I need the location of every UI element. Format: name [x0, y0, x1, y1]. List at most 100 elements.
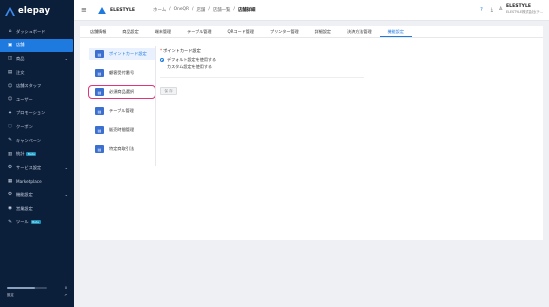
sidebar-item-13[interactable]: ◉ 営業設定: [0, 202, 74, 216]
breadcrumb-item[interactable]: 店舗一覧: [213, 7, 231, 13]
help-icon[interactable]: ?: [480, 7, 483, 13]
tab-1[interactable]: 商品設定: [114, 26, 146, 37]
feature-menu-item[interactable]: ▤ 販売時間管理: [89, 124, 155, 136]
point-card-form: *ポイントカード設定 デフォルト設定を使用する カスタム設定を使用する: [160, 48, 216, 70]
point-card-setting-label: *ポイントカード設定: [160, 48, 216, 54]
feature-settings-icon: ⚙: [7, 192, 13, 198]
sidebar-item-label: 店舗: [16, 42, 25, 48]
usage-bar-fill: [7, 287, 35, 289]
breadcrumb-item[interactable]: 店舗: [197, 7, 206, 13]
sidebar-item-label: サービス設定: [16, 164, 42, 170]
sidebar-item-label: ツール: [16, 219, 29, 225]
sidebar-item-12[interactable]: ⚙ 機能設定 ⌄: [0, 188, 74, 202]
sidebar-item-0[interactable]: ⌂ ダッシュボード: [0, 25, 74, 39]
tab-7[interactable]: 決済方法管理: [339, 26, 380, 37]
sidebar-item-label: キャンペーン: [16, 137, 41, 143]
feature-menu-item[interactable]: ▤ ポイントカード設定: [89, 48, 156, 60]
sidebar-item-10[interactable]: ⚙ サービス設定 ⌄: [0, 161, 74, 175]
sidebar-item-2[interactable]: ◫ 商品 ⌄: [0, 52, 74, 66]
store-name[interactable]: ELESTYLE: [110, 8, 135, 13]
sidebar-item-14[interactable]: ✎ ツール Beta: [0, 215, 74, 229]
form-divider: [160, 77, 364, 78]
breadcrumb-separator: /: [233, 7, 235, 12]
sidebar-item-3[interactable]: ▤ 注文: [0, 66, 74, 80]
tab-6[interactable]: 詳細設定: [307, 26, 339, 37]
sidebar-item-label: ユーザー: [16, 96, 33, 102]
download-icon[interactable]: ⤓: [491, 7, 493, 13]
user-icon: ♙: [498, 6, 504, 12]
usage-value: 0: [64, 286, 67, 290]
external-link-icon[interactable]: ↗: [64, 293, 67, 297]
feature-menu-label: テーブル管理: [109, 108, 134, 113]
sidebar-item-label: 商品: [16, 55, 25, 61]
feature-icon: ▤: [95, 69, 104, 77]
store-icon: ▣: [7, 42, 13, 48]
feature-icon: ▤: [95, 50, 104, 58]
feature-menu-label: 特定商取引法: [109, 146, 135, 151]
chevron-down-icon: ⌄: [64, 192, 68, 198]
coupon-icon: ◌: [8, 124, 12, 130]
breadcrumb-item: 店舗詳細: [237, 8, 256, 13]
radio-selected-icon[interactable]: [160, 58, 164, 62]
breadcrumb-separator: /: [169, 7, 171, 12]
breadcrumb-item[interactable]: ホーム: [153, 7, 166, 13]
sidebar-item-11[interactable]: ▦ Marketplace: [0, 175, 74, 189]
sidebar-item-label: ダッシュボード: [16, 28, 46, 34]
breadcrumb-item[interactable]: OneQR: [174, 7, 189, 13]
tab-3[interactable]: テーブル管理: [179, 26, 219, 37]
promotion-icon: ✦: [8, 110, 12, 116]
default-setting-option[interactable]: デフォルト設定を使用する: [160, 57, 216, 63]
usage-label[interactable]: 設定: [7, 292, 14, 297]
feature-menu-label: 販売時間管理: [109, 127, 135, 132]
sidebar-item-9[interactable]: ▥ 統計 Beta: [0, 147, 74, 161]
beta-badge: Beta: [26, 152, 37, 157]
sidebar: elepay ⌂ ダッシュボード ▣ 店舗 ◫ 商品 ⌄ ▤ 注文 ☺ 店舗スタッフ ☺ ユーザー ✦ プロ…: [0, 0, 74, 307]
brand-logo[interactable]: elepay: [0, 0, 74, 22]
sidebar-item-label: クーポン: [16, 123, 33, 129]
feature-menu-item[interactable]: ▤ テーブル管理: [89, 105, 155, 117]
tab-5[interactable]: プリンター管理: [262, 26, 307, 37]
business-settings-icon: ◉: [8, 206, 12, 212]
feature-menu-item[interactable]: ▤ 必須商品選択: [88, 85, 156, 99]
tab-2[interactable]: 端末管理: [147, 26, 179, 37]
sidebar-item-4[interactable]: ☺ 店舗スタッフ: [0, 79, 74, 93]
sidebar-item-label: 統計: [16, 151, 25, 157]
feature-icon: ▤: [95, 145, 104, 153]
feature-menu-label: 顧客受付番号: [109, 70, 135, 75]
chevron-down-icon: ⌄: [64, 165, 68, 171]
custom-setting-option[interactable]: カスタム設定を使用する: [167, 64, 216, 70]
menu-divider: [155, 46, 156, 166]
tab-8[interactable]: 機能設定: [379, 26, 412, 37]
sidebar-footer: 0 設定 ↗: [7, 286, 67, 297]
breadcrumb-separator: /: [192, 7, 194, 12]
sidebar-item-6[interactable]: ✦ プロモーション: [0, 107, 74, 121]
sidebar-item-8[interactable]: ✎ キャンペーン: [0, 134, 74, 148]
service-settings-icon: ⚙: [7, 165, 13, 171]
top-header: ≡ ELESTYLE ホーム / OneQR / 店舗 / 店舗一覧 / 店舗詳細 ? ⤓ ♙ E…: [74, 0, 549, 21]
feature-menu-item[interactable]: ▤ 特定商取引法: [89, 143, 155, 155]
stats-icon: ▥: [7, 151, 13, 157]
sidebar-item-label: 機能設定: [16, 191, 33, 197]
breadcrumb-separator: /: [208, 7, 210, 12]
sidebar-item-label: Marketplace: [16, 178, 42, 184]
save-button[interactable]: 保 存: [160, 87, 177, 95]
sidebar-item-1[interactable]: ▣ 店舗: [0, 38, 73, 53]
menu-icon[interactable]: ≡: [81, 6, 87, 14]
feature-menu-label: ポイントカード設定: [109, 51, 147, 56]
tab-4[interactable]: QRコード管理: [219, 26, 262, 37]
beta-badge: Beta: [30, 220, 41, 225]
tab-0[interactable]: 店舗情報: [82, 26, 114, 37]
feature-icon: ▤: [95, 107, 104, 115]
store-detail-card: 店舗情報 商品設定 端末管理 テーブル管理 QRコード管理 プリンター管理 詳細設定 決済方法…: [80, 26, 543, 240]
feature-menu-label: 必須商品選択: [109, 89, 135, 94]
user-menu[interactable]: ♙ ELESTYLE ELESTYLE株式会社(テ...: [499, 4, 543, 14]
feature-menu-item[interactable]: ▤ 顧客受付番号: [89, 67, 155, 79]
sidebar-nav: ⌂ ダッシュボード ▣ 店舗 ◫ 商品 ⌄ ▤ 注文 ☺ 店舗スタッフ ☺ ユーザー ✦ プロモーション ◌ ク…: [0, 25, 74, 229]
feature-menu: ▤ ポイントカード設定 ▤ 顧客受付番号 ▤ 必須商品選択 ▤ テーブル管理 ▤ 販売時間管理 ▤ 特…: [88, 48, 156, 162]
campaign-icon: ✎: [8, 138, 12, 144]
usage-bar: [7, 287, 47, 289]
brand-name: elepay: [18, 6, 51, 16]
elepay-logo-icon: [5, 6, 15, 16]
sidebar-item-5[interactable]: ☺ ユーザー: [0, 93, 74, 107]
sidebar-item-7[interactable]: ◌ クーポン: [0, 120, 74, 134]
